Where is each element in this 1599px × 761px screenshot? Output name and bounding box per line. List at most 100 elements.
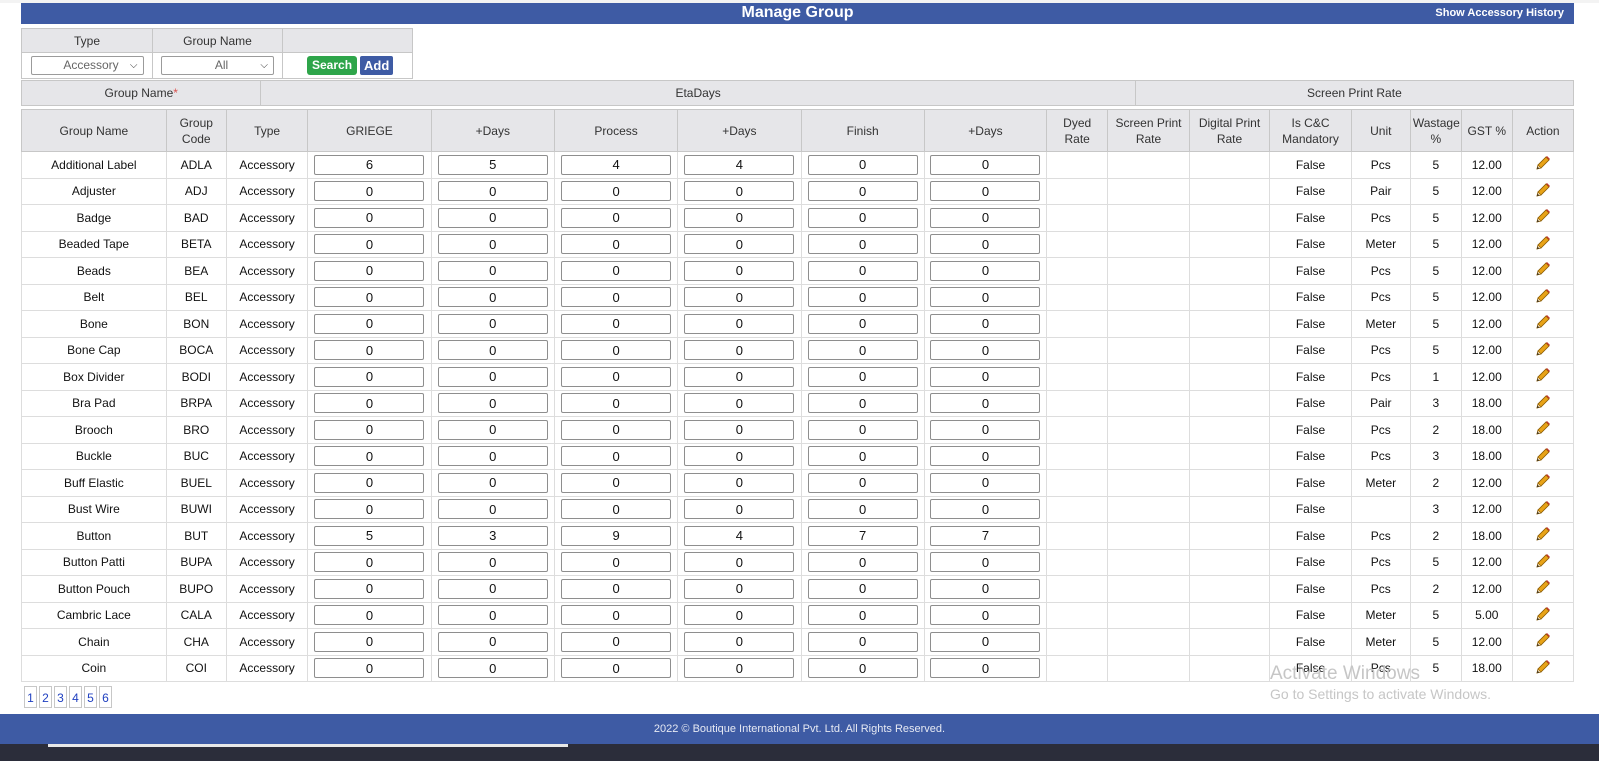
process-days-input[interactable]: [684, 234, 795, 255]
process-input[interactable]: [561, 260, 672, 281]
griege-days-input[interactable]: [437, 154, 548, 175]
pencil-icon[interactable]: [1534, 287, 1552, 308]
finish-input[interactable]: [807, 419, 918, 440]
griege-input[interactable]: [314, 313, 425, 334]
process-days-input[interactable]: [684, 154, 795, 175]
process-input[interactable]: [561, 287, 672, 308]
finish-days-input[interactable]: [930, 393, 1041, 414]
pencil-icon[interactable]: [1534, 234, 1552, 255]
pencil-icon[interactable]: [1534, 181, 1552, 202]
page-link-2[interactable]: 2: [39, 686, 52, 708]
griege-input[interactable]: [314, 631, 425, 652]
finish-days-input[interactable]: [930, 525, 1041, 546]
griege-days-input[interactable]: [437, 207, 548, 228]
process-input[interactable]: [561, 393, 672, 414]
finish-input[interactable]: [807, 340, 918, 361]
griege-days-input[interactable]: [437, 393, 548, 414]
finish-days-input[interactable]: [930, 181, 1041, 202]
griege-input[interactable]: [314, 499, 425, 520]
group-name-select[interactable]: All ⌵: [161, 56, 274, 75]
pencil-icon[interactable]: [1534, 313, 1552, 334]
finish-days-input[interactable]: [930, 631, 1041, 652]
finish-days-input[interactable]: [930, 446, 1041, 467]
pencil-icon[interactable]: [1534, 207, 1552, 228]
griege-days-input[interactable]: [437, 313, 548, 334]
finish-days-input[interactable]: [930, 260, 1041, 281]
griege-days-input[interactable]: [437, 234, 548, 255]
finish-input[interactable]: [807, 605, 918, 626]
griege-input[interactable]: [314, 472, 425, 493]
page-link-5[interactable]: 5: [84, 686, 97, 708]
griege-days-input[interactable]: [437, 631, 548, 652]
process-days-input[interactable]: [684, 631, 795, 652]
finish-days-input[interactable]: [930, 605, 1041, 626]
finish-input[interactable]: [807, 393, 918, 414]
griege-days-input[interactable]: [437, 605, 548, 626]
process-days-input[interactable]: [684, 287, 795, 308]
finish-input[interactable]: [807, 207, 918, 228]
griege-days-input[interactable]: [437, 260, 548, 281]
griege-input[interactable]: [314, 260, 425, 281]
griege-days-input[interactable]: [437, 472, 548, 493]
page-link-6[interactable]: 6: [99, 686, 112, 708]
finish-days-input[interactable]: [930, 578, 1041, 599]
griege-input[interactable]: [314, 234, 425, 255]
finish-days-input[interactable]: [930, 154, 1041, 175]
pencil-icon[interactable]: [1534, 552, 1552, 573]
pencil-icon[interactable]: [1534, 578, 1552, 599]
process-input[interactable]: [561, 234, 672, 255]
finish-days-input[interactable]: [930, 207, 1041, 228]
show-accessory-history-link[interactable]: Show Accessory History: [1435, 7, 1564, 19]
finish-input[interactable]: [807, 499, 918, 520]
finish-input[interactable]: [807, 287, 918, 308]
finish-input[interactable]: [807, 313, 918, 334]
finish-days-input[interactable]: [930, 287, 1041, 308]
griege-days-input[interactable]: [437, 181, 548, 202]
griege-days-input[interactable]: [437, 340, 548, 361]
griege-input[interactable]: [314, 605, 425, 626]
griege-input[interactable]: [314, 419, 425, 440]
pencil-icon[interactable]: [1534, 658, 1552, 679]
pencil-icon[interactable]: [1534, 499, 1552, 520]
page-link-3[interactable]: 3: [54, 686, 67, 708]
griege-days-input[interactable]: [437, 499, 548, 520]
finish-days-input[interactable]: [930, 658, 1041, 679]
process-days-input[interactable]: [684, 605, 795, 626]
pencil-icon[interactable]: [1534, 340, 1552, 361]
finish-input[interactable]: [807, 578, 918, 599]
finish-input[interactable]: [807, 552, 918, 573]
finish-days-input[interactable]: [930, 340, 1041, 361]
page-link-1[interactable]: 1: [24, 686, 37, 708]
process-days-input[interactable]: [684, 552, 795, 573]
finish-days-input[interactable]: [930, 419, 1041, 440]
griege-days-input[interactable]: [437, 419, 548, 440]
pencil-icon[interactable]: [1534, 366, 1552, 387]
griege-input[interactable]: [314, 154, 425, 175]
finish-input[interactable]: [807, 472, 918, 493]
process-days-input[interactable]: [684, 207, 795, 228]
finish-days-input[interactable]: [930, 366, 1041, 387]
process-input[interactable]: [561, 605, 672, 626]
process-input[interactable]: [561, 552, 672, 573]
process-input[interactable]: [561, 631, 672, 652]
pencil-icon[interactable]: [1534, 525, 1552, 546]
pencil-icon[interactable]: [1534, 419, 1552, 440]
finish-input[interactable]: [807, 234, 918, 255]
finish-days-input[interactable]: [930, 234, 1041, 255]
process-input[interactable]: [561, 578, 672, 599]
finish-input[interactable]: [807, 446, 918, 467]
process-input[interactable]: [561, 207, 672, 228]
pencil-icon[interactable]: [1534, 260, 1552, 281]
griege-input[interactable]: [314, 446, 425, 467]
process-days-input[interactable]: [684, 366, 795, 387]
process-days-input[interactable]: [684, 313, 795, 334]
process-input[interactable]: [561, 340, 672, 361]
process-input[interactable]: [561, 154, 672, 175]
finish-days-input[interactable]: [930, 313, 1041, 334]
process-input[interactable]: [561, 366, 672, 387]
finish-days-input[interactable]: [930, 472, 1041, 493]
griege-days-input[interactable]: [437, 578, 548, 599]
griege-input[interactable]: [314, 181, 425, 202]
pencil-icon[interactable]: [1534, 605, 1552, 626]
process-days-input[interactable]: [684, 658, 795, 679]
